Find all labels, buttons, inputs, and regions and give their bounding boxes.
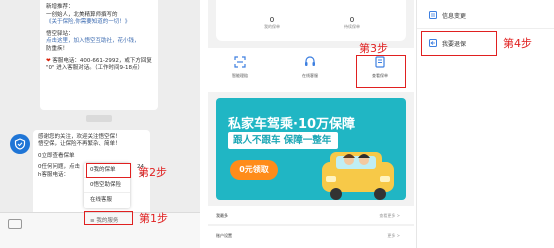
chat-panel: 新增推荐： 一创始人，北美精算师撰写的 《关于保险,你需要知道的一切！》 悟空驿… (0, 0, 200, 248)
shield-logo-icon (14, 138, 26, 150)
station-label: 悟空驿站： (46, 30, 74, 37)
free-claim-button[interactable]: 0元领取 (230, 160, 278, 180)
stat-label: 我的保单 (264, 24, 280, 29)
stat-value: 0 (269, 16, 275, 24)
hotline-text: 客服电话：400-661-2992，或下方回复 (52, 57, 152, 64)
row-title: 我最多 (216, 213, 228, 218)
step2-highlight-box (86, 163, 131, 178)
stat-value: 0 (349, 16, 355, 24)
step2-label: 第2步 (138, 166, 167, 179)
menu-divider (417, 28, 554, 29)
edit-icon (429, 11, 437, 19)
keyboard-icon[interactable] (8, 219, 22, 229)
step4-label: 第4步 (503, 37, 532, 50)
bot-avatar[interactable] (10, 134, 30, 154)
bot-line-3: 0立即查看保单 (38, 152, 75, 159)
app-home-panel: 0 我的保单 0 待续保单 智能理赔 在线客服 查看保单 私家车驾乘·10万保障… (208, 0, 414, 248)
step1-highlight-box (84, 211, 133, 225)
scan-icon (234, 56, 246, 68)
menu-item-info-change[interactable]: 信息变更 (429, 8, 466, 22)
station-text: 防重疾！ (46, 45, 69, 52)
article-link[interactable]: 《关于保险,你需要知道的一切！》 (46, 19, 130, 25)
stat-pending-policy[interactable]: 0 待续保单 (322, 16, 382, 30)
recommend-text: 一创始人，北美精算师撰写的 (46, 11, 118, 18)
shortcut-label: 在线客服 (302, 73, 318, 78)
section-row-1[interactable]: 我最多 查看更多 > (208, 206, 414, 224)
banner-title: 私家车驾乘·10万保障 (228, 117, 356, 132)
hotline-text-2: "0" 进入客服对话。（工作时间9-18点） (46, 65, 144, 72)
row-more-link[interactable]: 查看更多 > (379, 213, 400, 219)
menu-item-label: 信息变更 (442, 12, 467, 20)
heart-icon: ❤ (46, 57, 51, 64)
service-icon (305, 56, 315, 66)
station-link[interactable]: 点击这里，加入悟空互助社，花小钱， (46, 38, 140, 44)
stats-card: 0 我的保单 0 待续保单 (216, 0, 406, 41)
bot-line-5: h客服电话： (38, 171, 69, 178)
recommend-label: 新增推荐： (46, 4, 74, 10)
popup-item-assist[interactable]: 0悟空助保险 (84, 178, 130, 193)
account-settings-row[interactable]: 账户设置 更多 > (208, 226, 414, 248)
step4-highlight-box (421, 31, 497, 56)
policy-menu-panel: 信息变更 我要退保 第4步 (416, 0, 554, 248)
welcome-message-bubble: 新增推荐： 一创始人，北美精算师撰写的 《关于保险,你需要知道的一切！》 悟空驿… (40, 0, 158, 110)
bot-line-4: 0任何问题，点击 (38, 164, 80, 171)
row-more-link[interactable]: 更多 > (387, 233, 400, 239)
popup-item-online-service[interactable]: 在线客服 (84, 193, 130, 208)
step1-label: 第1步 (139, 212, 168, 225)
stat-label: 待续保单 (344, 24, 360, 29)
promo-banner[interactable]: 私家车驾乘·10万保障 跟人不跟车 保障一整年 0元领取 (216, 98, 406, 200)
step3-highlight-box (356, 55, 406, 88)
shortcut-online-service[interactable]: 在线客服 (284, 56, 336, 79)
time-divider (86, 115, 112, 122)
step3-label: 第3步 (359, 42, 388, 55)
row-title: 账户设置 (216, 233, 232, 238)
bot-line-2: 悟空保，让保险不再繁杂、简单！ (38, 141, 121, 148)
shortcut-smart-claim[interactable]: 智能理赔 (214, 56, 266, 79)
shortcut-label: 智能理赔 (232, 73, 248, 78)
stat-my-policy[interactable]: 0 我的保单 (242, 16, 302, 30)
car-illustration-icon (322, 152, 394, 200)
